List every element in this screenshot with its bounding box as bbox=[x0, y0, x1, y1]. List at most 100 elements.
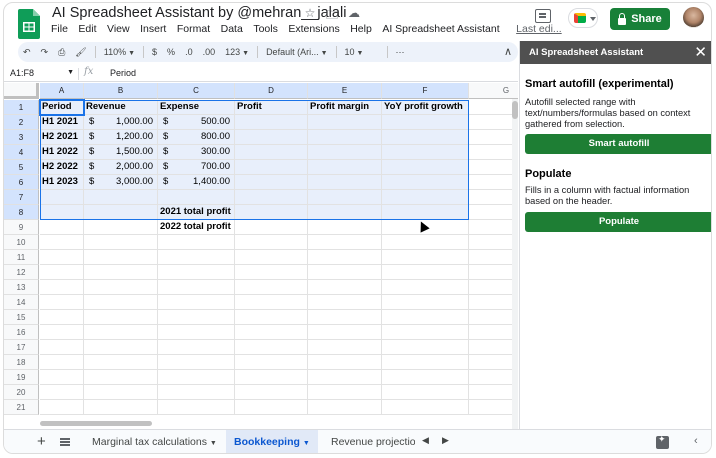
menu-data[interactable]: Data bbox=[221, 23, 243, 35]
avatar[interactable] bbox=[683, 7, 704, 28]
cell[interactable] bbox=[40, 295, 84, 310]
column-header[interactable]: D bbox=[235, 83, 308, 99]
cell[interactable] bbox=[235, 160, 308, 175]
cell[interactable] bbox=[382, 310, 469, 325]
row-header[interactable]: 11 bbox=[4, 250, 39, 265]
cell[interactable] bbox=[40, 205, 84, 220]
cell[interactable] bbox=[84, 295, 158, 310]
increase-decimal-button[interactable]: .00 bbox=[198, 47, 221, 57]
cell[interactable] bbox=[469, 310, 518, 325]
row-header[interactable]: 1 bbox=[4, 100, 39, 115]
total-label-cell[interactable]: 2021 total profit bbox=[158, 205, 235, 220]
row-header[interactable]: 8 bbox=[4, 205, 39, 220]
cell[interactable] bbox=[40, 340, 84, 355]
cell[interactable] bbox=[469, 400, 518, 415]
menu-file[interactable]: File bbox=[51, 23, 68, 35]
smart-autofill-button[interactable]: Smart autofill bbox=[525, 134, 711, 154]
explore-icon[interactable] bbox=[656, 434, 669, 449]
cell[interactable] bbox=[84, 235, 158, 250]
sheets-logo-icon[interactable] bbox=[18, 9, 40, 39]
column-header[interactable]: B bbox=[84, 83, 158, 99]
cell[interactable] bbox=[382, 400, 469, 415]
cell[interactable] bbox=[308, 190, 382, 205]
cell[interactable] bbox=[308, 325, 382, 340]
redo-icon[interactable]: ↷ bbox=[36, 47, 54, 58]
zoom-select[interactable]: 110% ▼ bbox=[99, 47, 140, 57]
cell[interactable] bbox=[308, 400, 382, 415]
row-header[interactable]: 12 bbox=[4, 265, 39, 280]
cell[interactable] bbox=[158, 280, 235, 295]
cell[interactable] bbox=[308, 235, 382, 250]
cell[interactable] bbox=[84, 265, 158, 280]
cell[interactable] bbox=[308, 355, 382, 370]
cell[interactable] bbox=[469, 265, 518, 280]
cell[interactable] bbox=[84, 250, 158, 265]
cell[interactable] bbox=[308, 160, 382, 175]
cell[interactable] bbox=[40, 190, 84, 205]
cell[interactable] bbox=[40, 220, 84, 235]
cell[interactable] bbox=[235, 235, 308, 250]
cell[interactable] bbox=[235, 340, 308, 355]
cell[interactable] bbox=[469, 325, 518, 340]
cell[interactable] bbox=[84, 310, 158, 325]
cell[interactable] bbox=[158, 325, 235, 340]
row-header[interactable]: 3 bbox=[4, 130, 39, 145]
cell[interactable] bbox=[158, 265, 235, 280]
column-header[interactable]: C bbox=[158, 83, 235, 99]
cell[interactable] bbox=[84, 205, 158, 220]
vertical-scrollbar[interactable] bbox=[512, 99, 518, 429]
row-header[interactable]: 19 bbox=[4, 370, 39, 385]
last-edit-link[interactable]: Last edi... bbox=[516, 23, 562, 35]
cell[interactable] bbox=[158, 250, 235, 265]
cell[interactable] bbox=[308, 205, 382, 220]
row-header[interactable]: 4 bbox=[4, 145, 39, 160]
sheet-tab-revenue-projections[interactable]: Revenue projectio bbox=[323, 430, 415, 453]
cell[interactable] bbox=[382, 250, 469, 265]
cell[interactable] bbox=[84, 355, 158, 370]
cell[interactable] bbox=[382, 370, 469, 385]
cell[interactable] bbox=[469, 130, 518, 145]
cell[interactable] bbox=[84, 400, 158, 415]
expense-cell[interactable]: $1,400.00 bbox=[158, 175, 235, 190]
cell[interactable] bbox=[40, 235, 84, 250]
header-cell[interactable]: Profit bbox=[235, 100, 308, 115]
cell[interactable] bbox=[235, 370, 308, 385]
cell[interactable] bbox=[235, 385, 308, 400]
header-cell[interactable]: Profit margin bbox=[308, 100, 382, 115]
cell[interactable] bbox=[84, 340, 158, 355]
row-header[interactable]: 16 bbox=[4, 325, 39, 340]
cell[interactable] bbox=[308, 265, 382, 280]
font-size-select[interactable]: 10 ▼ bbox=[340, 47, 384, 57]
row-header[interactable]: 17 bbox=[4, 340, 39, 355]
cell[interactable] bbox=[40, 385, 84, 400]
cell[interactable] bbox=[382, 265, 469, 280]
row-header[interactable]: 15 bbox=[4, 310, 39, 325]
row-header[interactable]: 10 bbox=[4, 235, 39, 250]
expense-cell[interactable]: $800.00 bbox=[158, 130, 235, 145]
row-header[interactable]: 14 bbox=[4, 295, 39, 310]
cell[interactable] bbox=[469, 145, 518, 160]
name-box[interactable]: A1:F8 ▼ bbox=[10, 68, 74, 78]
cell[interactable] bbox=[40, 250, 84, 265]
expense-cell[interactable]: $300.00 bbox=[158, 145, 235, 160]
column-header[interactable]: E bbox=[308, 83, 382, 99]
paint-format-icon[interactable]: 🖌 bbox=[70, 47, 91, 58]
cell[interactable] bbox=[235, 265, 308, 280]
cell[interactable] bbox=[158, 385, 235, 400]
revenue-cell[interactable]: $1,200.00 bbox=[84, 130, 158, 145]
print-icon[interactable]: ⎙ bbox=[53, 47, 70, 58]
row-header[interactable]: 20 bbox=[4, 385, 39, 400]
cell[interactable] bbox=[235, 145, 308, 160]
total-label-cell[interactable]: 2022 total profit bbox=[158, 220, 235, 235]
cell[interactable] bbox=[469, 355, 518, 370]
row-header[interactable]: 9 bbox=[4, 220, 39, 235]
cell[interactable] bbox=[469, 385, 518, 400]
close-icon[interactable]: ✕ bbox=[694, 43, 707, 61]
cell[interactable] bbox=[235, 130, 308, 145]
menu-extensions[interactable]: Extensions bbox=[288, 23, 339, 35]
cell[interactable] bbox=[235, 325, 308, 340]
cell[interactable] bbox=[308, 145, 382, 160]
menu-help[interactable]: Help bbox=[350, 23, 372, 35]
revenue-cell[interactable]: $3,000.00 bbox=[84, 175, 158, 190]
cell[interactable] bbox=[40, 325, 84, 340]
